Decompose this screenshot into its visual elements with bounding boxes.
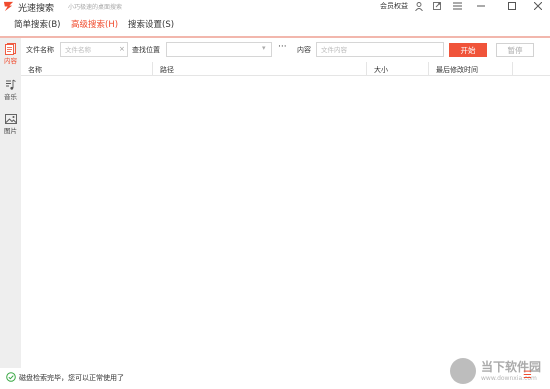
column-header-name[interactable]: 名称 xyxy=(21,62,153,76)
title-bar: 光速搜索 小巧极速的桌面搜索 会员权益 xyxy=(0,0,550,14)
app-name: 光速搜索 xyxy=(18,4,55,14)
pause-button[interactable]: 暂停 xyxy=(496,43,534,57)
chevron-down-icon[interactable]: ▾ xyxy=(262,44,266,52)
location-label: 查找位置 xyxy=(132,46,160,54)
sidebar-item-images[interactable]: 图片 xyxy=(0,113,21,139)
watermark: 当下软件园 www.downxia.com xyxy=(450,356,550,389)
start-button[interactable]: 开始 xyxy=(449,43,487,57)
sidebar-item-label: 内容 xyxy=(4,57,17,65)
location-select[interactable] xyxy=(166,42,272,57)
menu-simple-search[interactable]: 简单搜索(B) xyxy=(14,18,60,30)
user-icon[interactable] xyxy=(412,0,426,12)
results-table-header: 名称 路径 大小 最后修改时间 xyxy=(21,62,550,76)
sidebar-item-label: 图片 xyxy=(4,127,17,135)
watermark-text: 当下软件园 xyxy=(481,360,542,374)
list-icon[interactable]: ☰ xyxy=(523,370,532,381)
browse-more-button[interactable]: ··· xyxy=(278,42,287,52)
maximize-icon[interactable] xyxy=(505,0,519,12)
sidebar-item-music[interactable]: 音乐 xyxy=(0,78,21,104)
content-input[interactable] xyxy=(316,42,444,57)
content-label: 内容 xyxy=(297,46,311,54)
clear-icon[interactable]: × xyxy=(119,45,125,53)
status-text: 磁盘检索完毕，您可以正常使用了 xyxy=(19,374,124,382)
menu-advanced-search[interactable]: 高级搜索(H) xyxy=(71,18,118,30)
watermark-logo-icon xyxy=(450,358,476,384)
menu-bar: 简单搜索(B) 高级搜索(H) 搜索设置(S) xyxy=(0,14,550,38)
filename-input[interactable] xyxy=(60,42,128,57)
sidebar-item-label: 音乐 xyxy=(4,93,17,101)
column-header-modified[interactable]: 最后修改时间 xyxy=(429,62,513,76)
pin-icon[interactable] xyxy=(430,0,444,12)
column-header-size[interactable]: 大小 xyxy=(367,62,429,76)
menu-search-settings[interactable]: 搜索设置(S) xyxy=(128,18,174,30)
image-icon xyxy=(4,114,17,124)
column-header-path[interactable]: 路径 xyxy=(153,62,367,76)
check-icon xyxy=(6,372,16,382)
app-logo-icon xyxy=(3,1,14,12)
music-icon xyxy=(6,79,16,90)
sidebar: 内容 音乐 图片 xyxy=(0,38,21,368)
member-benefits-link[interactable]: 会员权益 xyxy=(380,1,408,11)
minimize-icon[interactable] xyxy=(474,0,488,12)
search-bar: 文件名称 × 查找位置 ▾ ··· 内容 开始 暂停 xyxy=(21,38,550,62)
menu-icon[interactable] xyxy=(450,0,464,12)
document-icon xyxy=(5,43,16,55)
app-slogan: 小巧极速的桌面搜索 xyxy=(68,4,123,11)
filename-label: 文件名称 xyxy=(26,46,54,54)
close-icon[interactable] xyxy=(531,0,545,12)
sidebar-item-content[interactable]: 内容 xyxy=(0,42,21,68)
